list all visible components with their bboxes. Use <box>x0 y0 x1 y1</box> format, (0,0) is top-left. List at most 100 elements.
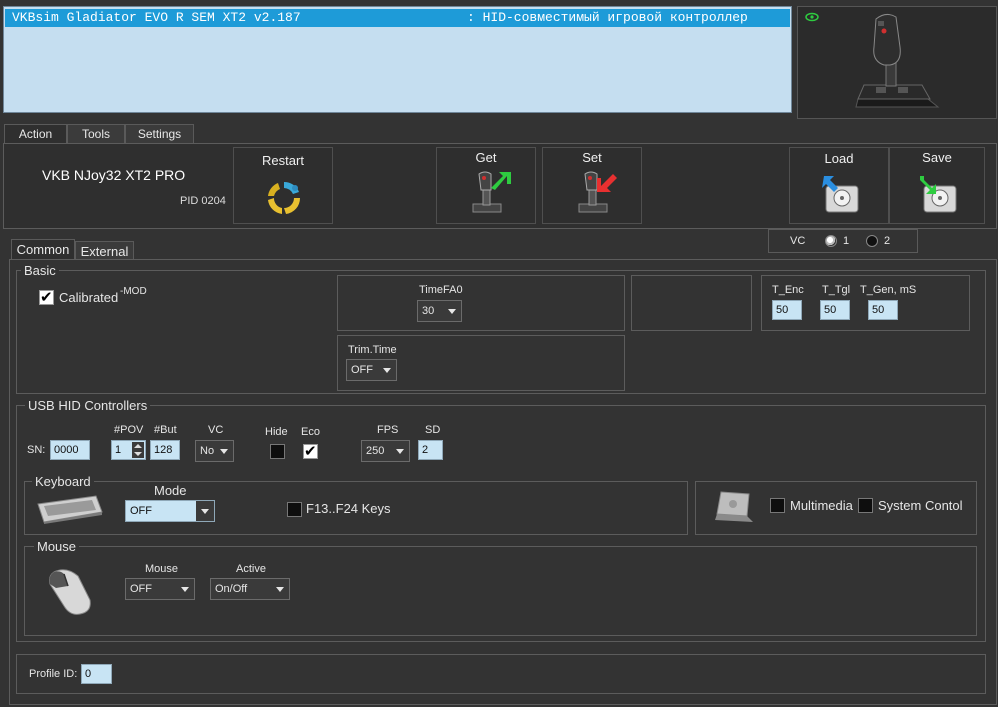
trim-time-label: Trim.Time <box>348 344 397 356</box>
device-list-row-selected[interactable]: VKBsim Gladiator EVO R SEM XT2 v2.187 : H… <box>5 9 790 27</box>
trim-time-select[interactable]: OFF <box>346 359 397 381</box>
vc-radio-1-label: 1 <box>843 235 850 247</box>
timefa0-group <box>337 275 625 331</box>
profile-id-input[interactable]: 0 <box>81 664 112 684</box>
tab-action[interactable]: Action <box>4 124 67 144</box>
pov-label: #POV <box>114 424 144 436</box>
device-thumbnail <box>797 6 997 119</box>
device-model-label: VKB NJoy32 XT2 PRO <box>42 167 186 183</box>
eco-checkbox[interactable] <box>303 442 318 460</box>
save-button[interactable]: Save <box>889 147 985 224</box>
system-control-label: System Contol <box>878 498 963 513</box>
empty-group <box>631 275 752 331</box>
chevron-down-icon <box>396 449 404 454</box>
save-label: Save <box>922 150 952 165</box>
trim-time-value: OFF <box>351 364 373 376</box>
usb-vc-select[interactable]: No <box>195 440 234 462</box>
device-name: VKBsim Gladiator EVO R SEM XT2 v2.187 <box>12 10 301 25</box>
eco-label: Eco <box>301 426 320 438</box>
select-arrow-box <box>196 501 214 521</box>
disk-load-icon <box>822 176 859 213</box>
disk-save-icon <box>920 176 957 213</box>
t-tgl-input[interactable]: 50 <box>820 300 850 320</box>
stepper-down-icon[interactable] <box>132 450 144 458</box>
calibrated-label: Calibrated <box>59 290 119 305</box>
vc-radio-2-label: 2 <box>884 235 891 247</box>
vc-selector-label: VC <box>790 235 806 247</box>
mouse-label: Mouse <box>145 563 179 575</box>
f13-f24-checkbox[interactable] <box>287 502 302 517</box>
joystick-image <box>805 12 940 108</box>
t-gen-input[interactable]: 50 <box>868 300 898 320</box>
system-control-checkbox[interactable] <box>858 498 873 513</box>
chevron-down-icon <box>276 587 284 592</box>
calibrated-checkbox[interactable] <box>39 288 54 306</box>
t-gen-label: T_Gen, mS <box>860 284 917 296</box>
set-label: Set <box>582 150 602 165</box>
mouse-active-value: On/Off <box>215 583 248 595</box>
sd-input[interactable]: 2 <box>418 440 443 460</box>
vc-selector: VC 1 2 <box>768 229 918 253</box>
chevron-down-icon <box>181 587 189 592</box>
mode-label: Mode <box>154 483 187 498</box>
tab-settings[interactable]: Settings <box>125 124 194 144</box>
but-label: #But <box>154 424 177 436</box>
usb-vc-label: VC <box>208 424 224 436</box>
vc-radio-1[interactable] <box>825 235 837 247</box>
mouse-icon <box>49 569 91 615</box>
keyboard-title: Keyboard <box>32 474 94 489</box>
t-enc-label: T_Enc <box>772 284 804 296</box>
sn-input[interactable]: 0000 <box>50 440 90 460</box>
chevron-down-icon <box>383 368 391 373</box>
calibrated-sup: -MOD <box>120 286 147 297</box>
pid-label: PID 0204 <box>180 195 226 207</box>
usb-vc-value: No <box>200 445 215 457</box>
profile-id-label: Profile ID: <box>29 668 78 680</box>
usb-hid-title: USB HID Controllers <box>25 398 151 413</box>
vc-radio-2[interactable] <box>866 235 878 247</box>
but-input[interactable]: 128 <box>150 440 180 460</box>
mouse-active-select[interactable]: On/Off <box>210 578 290 600</box>
mouse-select[interactable]: OFF <box>125 578 195 600</box>
restart-button[interactable]: Restart <box>233 147 333 224</box>
joystick-get-icon <box>472 171 511 213</box>
multimedia-checkbox[interactable] <box>770 498 785 513</box>
device-list[interactable]: VKBsim Gladiator EVO R SEM XT2 v2.187 : H… <box>3 6 792 113</box>
mouse-value: OFF <box>130 583 152 595</box>
fps-value: 250 <box>366 445 385 457</box>
f13-f24-label: F13..F24 Keys <box>306 501 391 516</box>
joystick-set-icon <box>578 171 617 213</box>
sn-label: SN: <box>27 444 46 456</box>
hide-label: Hide <box>265 426 288 438</box>
stepper-up-icon[interactable] <box>132 442 144 450</box>
restart-label: Restart <box>262 153 304 168</box>
fps-select[interactable]: 250 <box>361 440 410 462</box>
device-description: : HID-совместимый игровой контроллер <box>467 10 748 25</box>
fps-label: FPS <box>377 424 399 436</box>
t-tgl-label: T_Tgl <box>822 284 851 296</box>
subtab-common[interactable]: Common <box>11 239 75 260</box>
chevron-down-icon <box>220 449 228 454</box>
keyboard-mode-value: OFF <box>130 505 152 517</box>
load-button[interactable]: Load <box>789 147 889 224</box>
keyboard-mode-select[interactable]: OFF <box>125 500 215 522</box>
hide-checkbox[interactable] <box>270 444 285 459</box>
sd-label: SD <box>425 424 441 436</box>
pov-value: 1 <box>115 444 122 456</box>
multimedia-label: Multimedia <box>790 498 853 513</box>
t-enc-input[interactable]: 50 <box>772 300 802 320</box>
subtab-external[interactable]: External <box>75 241 134 260</box>
restart-icon <box>268 181 301 214</box>
chevron-down-icon <box>448 309 456 314</box>
tab-tools[interactable]: Tools <box>67 124 125 144</box>
set-button[interactable]: Set <box>542 147 642 224</box>
timefa0-select[interactable]: 30 <box>417 300 462 322</box>
load-label: Load <box>824 151 854 166</box>
timefa0-value: 30 <box>422 305 435 317</box>
get-label: Get <box>475 150 497 165</box>
timefa0-label: TimeFA0 <box>419 284 463 296</box>
mouse-title: Mouse <box>34 539 80 554</box>
get-button[interactable]: Get <box>436 147 536 224</box>
pov-stepper[interactable]: 1 <box>111 440 146 460</box>
eye-icon <box>805 12 819 22</box>
